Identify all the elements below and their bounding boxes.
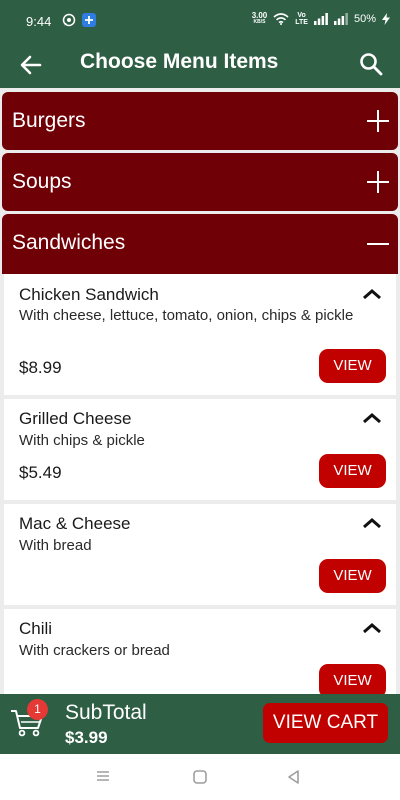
list-item[interactable]: Grilled Cheese With chips & pickle $5.49…: [4, 399, 396, 500]
item-name: Grilled Cheese: [19, 409, 132, 428]
cart-bar: 1 SubTotal $3.99 VIEW CART: [0, 694, 400, 754]
item-name: Chicken Sandwich: [19, 285, 159, 304]
wifi-icon: [273, 13, 289, 25]
view-button[interactable]: VIEW: [319, 559, 386, 593]
item-description: With bread: [19, 537, 92, 554]
chevron-up-icon[interactable]: [362, 622, 382, 634]
list-item[interactable]: Chicken Sandwich With cheese, lettuce, t…: [4, 274, 396, 395]
subtotal-label: SubTotal: [65, 701, 147, 724]
system-nav-bar: [0, 754, 400, 800]
chevron-up-icon[interactable]: [362, 517, 382, 529]
category-soups[interactable]: Soups: [2, 153, 398, 211]
plus-icon[interactable]: [366, 170, 390, 194]
menu-list[interactable]: Burgers Soups Sandwiches Chicken Sandwic…: [0, 88, 400, 694]
item-description: With chips & pickle: [19, 432, 145, 449]
item-price: $5.49: [19, 463, 62, 482]
status-time: 9:44: [26, 14, 52, 29]
minus-icon[interactable]: [366, 232, 390, 256]
subtotal-value: $3.99: [65, 728, 108, 747]
chevron-up-icon[interactable]: [362, 412, 382, 424]
volte-indicator: Vo LTE: [295, 12, 308, 26]
app-notification-icon: [82, 13, 96, 27]
app-bar: Choose Menu Items: [0, 42, 400, 88]
item-name: Mac & Cheese: [19, 514, 131, 533]
view-cart-button[interactable]: VIEW CART: [263, 703, 388, 743]
signal-icon-2: [333, 13, 348, 25]
cart-count-badge: 1: [27, 699, 48, 720]
category-sandwiches[interactable]: Sandwiches: [2, 214, 398, 274]
network-speed-indicator: 3.00 KB/S: [251, 11, 268, 26]
search-icon[interactable]: [358, 51, 384, 77]
plus-icon[interactable]: [366, 109, 390, 133]
category-label: Burgers: [12, 109, 86, 132]
battery-percent: 50%: [353, 13, 376, 25]
item-description: With crackers or bread: [19, 642, 170, 659]
charging-icon: [382, 13, 390, 25]
chevron-up-icon[interactable]: [362, 288, 382, 300]
recent-apps-icon[interactable]: [95, 769, 111, 783]
item-price: $8.99: [19, 358, 62, 377]
signal-icon: [313, 13, 328, 25]
arrow-left-icon[interactable]: [18, 52, 44, 78]
view-button[interactable]: VIEW: [319, 349, 386, 383]
item-description: With cheese, lettuce, tomato, onion, chi…: [19, 307, 354, 324]
view-button[interactable]: VIEW: [319, 664, 386, 694]
home-icon[interactable]: [192, 769, 208, 785]
list-item[interactable]: Mac & Cheese With bread VIEW: [4, 504, 396, 605]
item-name: Chili: [19, 619, 53, 638]
view-button[interactable]: VIEW: [319, 454, 386, 488]
list-item[interactable]: Chili With crackers or bread VIEW: [4, 609, 396, 694]
category-burgers[interactable]: Burgers: [2, 92, 398, 150]
category-label: Soups: [12, 170, 72, 193]
page-title: Choose Menu Items: [80, 50, 279, 73]
whatsapp-icon: [62, 13, 76, 27]
category-label: Sandwiches: [12, 231, 126, 254]
back-nav-icon[interactable]: [286, 769, 302, 785]
status-bar: 9:44 3.00 KB/S Vo LTE 50%: [0, 0, 400, 42]
